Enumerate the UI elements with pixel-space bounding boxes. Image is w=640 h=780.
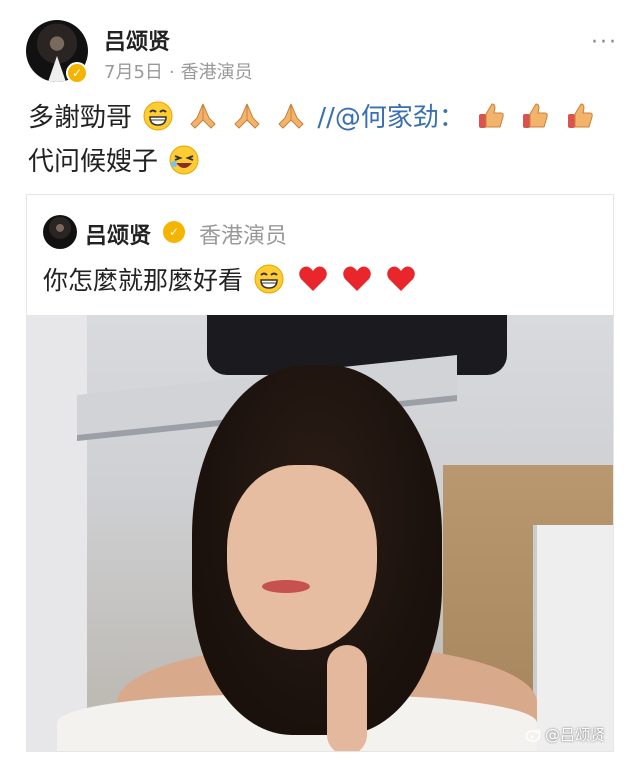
grin-emoji xyxy=(254,264,284,294)
mention-link[interactable]: //@何家劲： xyxy=(317,103,465,133)
post-date: 7月5日 xyxy=(104,62,163,83)
photo-chair xyxy=(533,525,613,751)
post-text-main: 多謝勁哥 xyxy=(28,103,133,133)
repost-author-name[interactable]: 吕颂贤 xyxy=(85,218,151,250)
watermark: @吕颂贤 xyxy=(525,724,605,745)
thumbs-up-emoji xyxy=(567,103,593,128)
post-header: ✓ 吕颂贤 7月5日 · 香港演员 ··· xyxy=(0,0,640,90)
praying-hands-emoji xyxy=(189,103,216,129)
heart-emoji xyxy=(299,266,327,291)
heart-emoji xyxy=(387,266,415,291)
thumbs-up-emoji xyxy=(523,103,549,128)
praying-hands-emoji xyxy=(278,103,304,129)
meta-separator: · xyxy=(168,62,175,83)
verified-icon: ✓ xyxy=(163,221,185,243)
author-title: 香港演员 xyxy=(180,62,253,83)
weibo-icon xyxy=(525,729,541,742)
photo-wall xyxy=(27,315,87,751)
photo-lips xyxy=(262,580,310,593)
post-photo[interactable]: @吕颂贤 xyxy=(27,315,613,751)
repost-avatar[interactable] xyxy=(43,215,77,249)
repost-text-main: 你怎麼就那麼好看 xyxy=(43,266,244,295)
thumbs-up-emoji xyxy=(479,103,504,128)
repost-text: 你怎麼就那麼好看 xyxy=(43,261,419,301)
post-meta: 7月5日 · 香港演员 xyxy=(104,58,253,84)
post-text-line2: 代问候嫂子 xyxy=(28,147,159,177)
post-text: 多謝勁哥 //@何家劲： 代问候嫂子 xyxy=(28,96,618,184)
post-line-2: 代问候嫂子 xyxy=(28,140,618,184)
photo-face xyxy=(227,465,377,650)
praying-hands-emoji xyxy=(234,103,260,129)
watermark-text: @吕颂贤 xyxy=(544,726,605,744)
laughing-emoji xyxy=(169,145,199,175)
repost-card[interactable]: 吕颂贤 ✓ 香港演员 你怎麼就那麼好看 @吕颂贤 xyxy=(26,194,614,752)
photo-hand xyxy=(327,645,367,751)
more-icon[interactable]: ··· xyxy=(591,30,618,55)
repost-author-title: 香港演员 xyxy=(199,224,288,249)
heart-emoji xyxy=(343,266,371,291)
post-line-1: 多謝勁哥 //@何家劲： xyxy=(28,96,618,140)
verified-icon: ✓ xyxy=(66,62,88,84)
author-name[interactable]: 吕颂贤 xyxy=(104,24,170,56)
grin-emoji xyxy=(143,101,173,131)
